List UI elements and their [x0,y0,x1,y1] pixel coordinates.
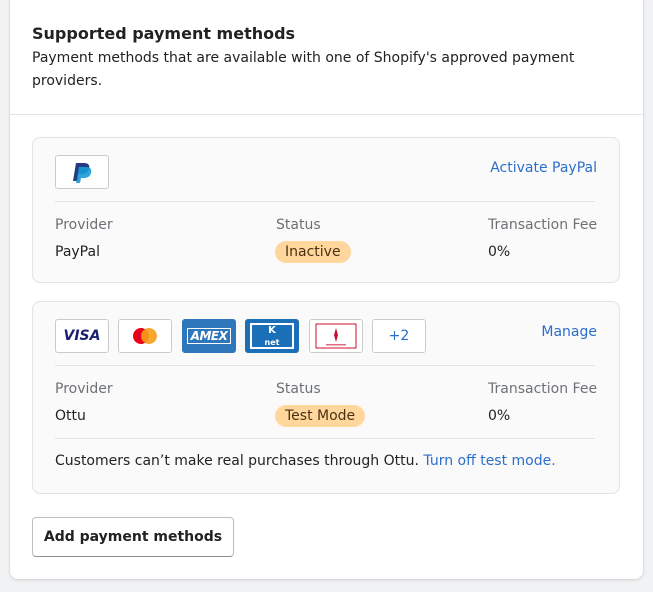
knet-icon: K net [245,319,299,353]
divider [55,201,595,202]
status-label: Status [276,381,321,397]
provider-card-paypal: Activate PayPal Provider Status Transact… [32,137,620,283]
paypal-icon [55,155,109,189]
turn-off-test-mode-link[interactable]: Turn off test mode. [423,453,555,469]
test-mode-notice-text: Customers can’t make real purchases thro… [55,453,419,469]
test-mode-notice: Customers can’t make real purchases thro… [55,453,556,469]
more-methods-chip[interactable]: +2 [372,319,426,353]
manage-link[interactable]: Manage [541,324,597,340]
status-badge: Test Mode [275,405,366,427]
section-title: Supported payment methods [32,24,296,43]
transaction-fee-label: Transaction Fee [488,217,598,233]
provider-name: Ottu [55,408,86,424]
status-badge: Inactive [275,241,351,263]
activate-paypal-link[interactable]: Activate PayPal [490,160,597,176]
provider-name: PayPal [55,244,100,260]
knet-logo-text: net [264,338,280,347]
amex-logo-text: AMEX [186,328,232,344]
visa-logo-text: VISA [63,328,101,344]
transaction-fee-value: 0% [488,244,511,260]
visa-icon: VISA [55,319,109,353]
mastercard-icon [118,319,172,353]
status-label: Status [276,217,321,233]
transaction-fee-label: Transaction Fee [488,381,598,397]
amex-icon: AMEX [182,319,236,353]
provider-label: Provider [55,217,113,233]
section-description: Payment methods that are available with … [32,50,575,89]
divider [55,438,595,439]
add-payment-methods-button[interactable]: Add payment methods [32,517,234,557]
payment-methods-card: Supported payment methods Payment method… [10,0,643,579]
transaction-fee-value: 0% [488,408,511,424]
provider-card-ottu: VISA AMEX K net +2 Manage Provider Statu… [32,301,620,494]
card-header: Supported payment methods Payment method… [10,0,643,115]
provider-label: Provider [55,381,113,397]
benefit-icon [309,319,363,353]
divider [55,365,595,366]
